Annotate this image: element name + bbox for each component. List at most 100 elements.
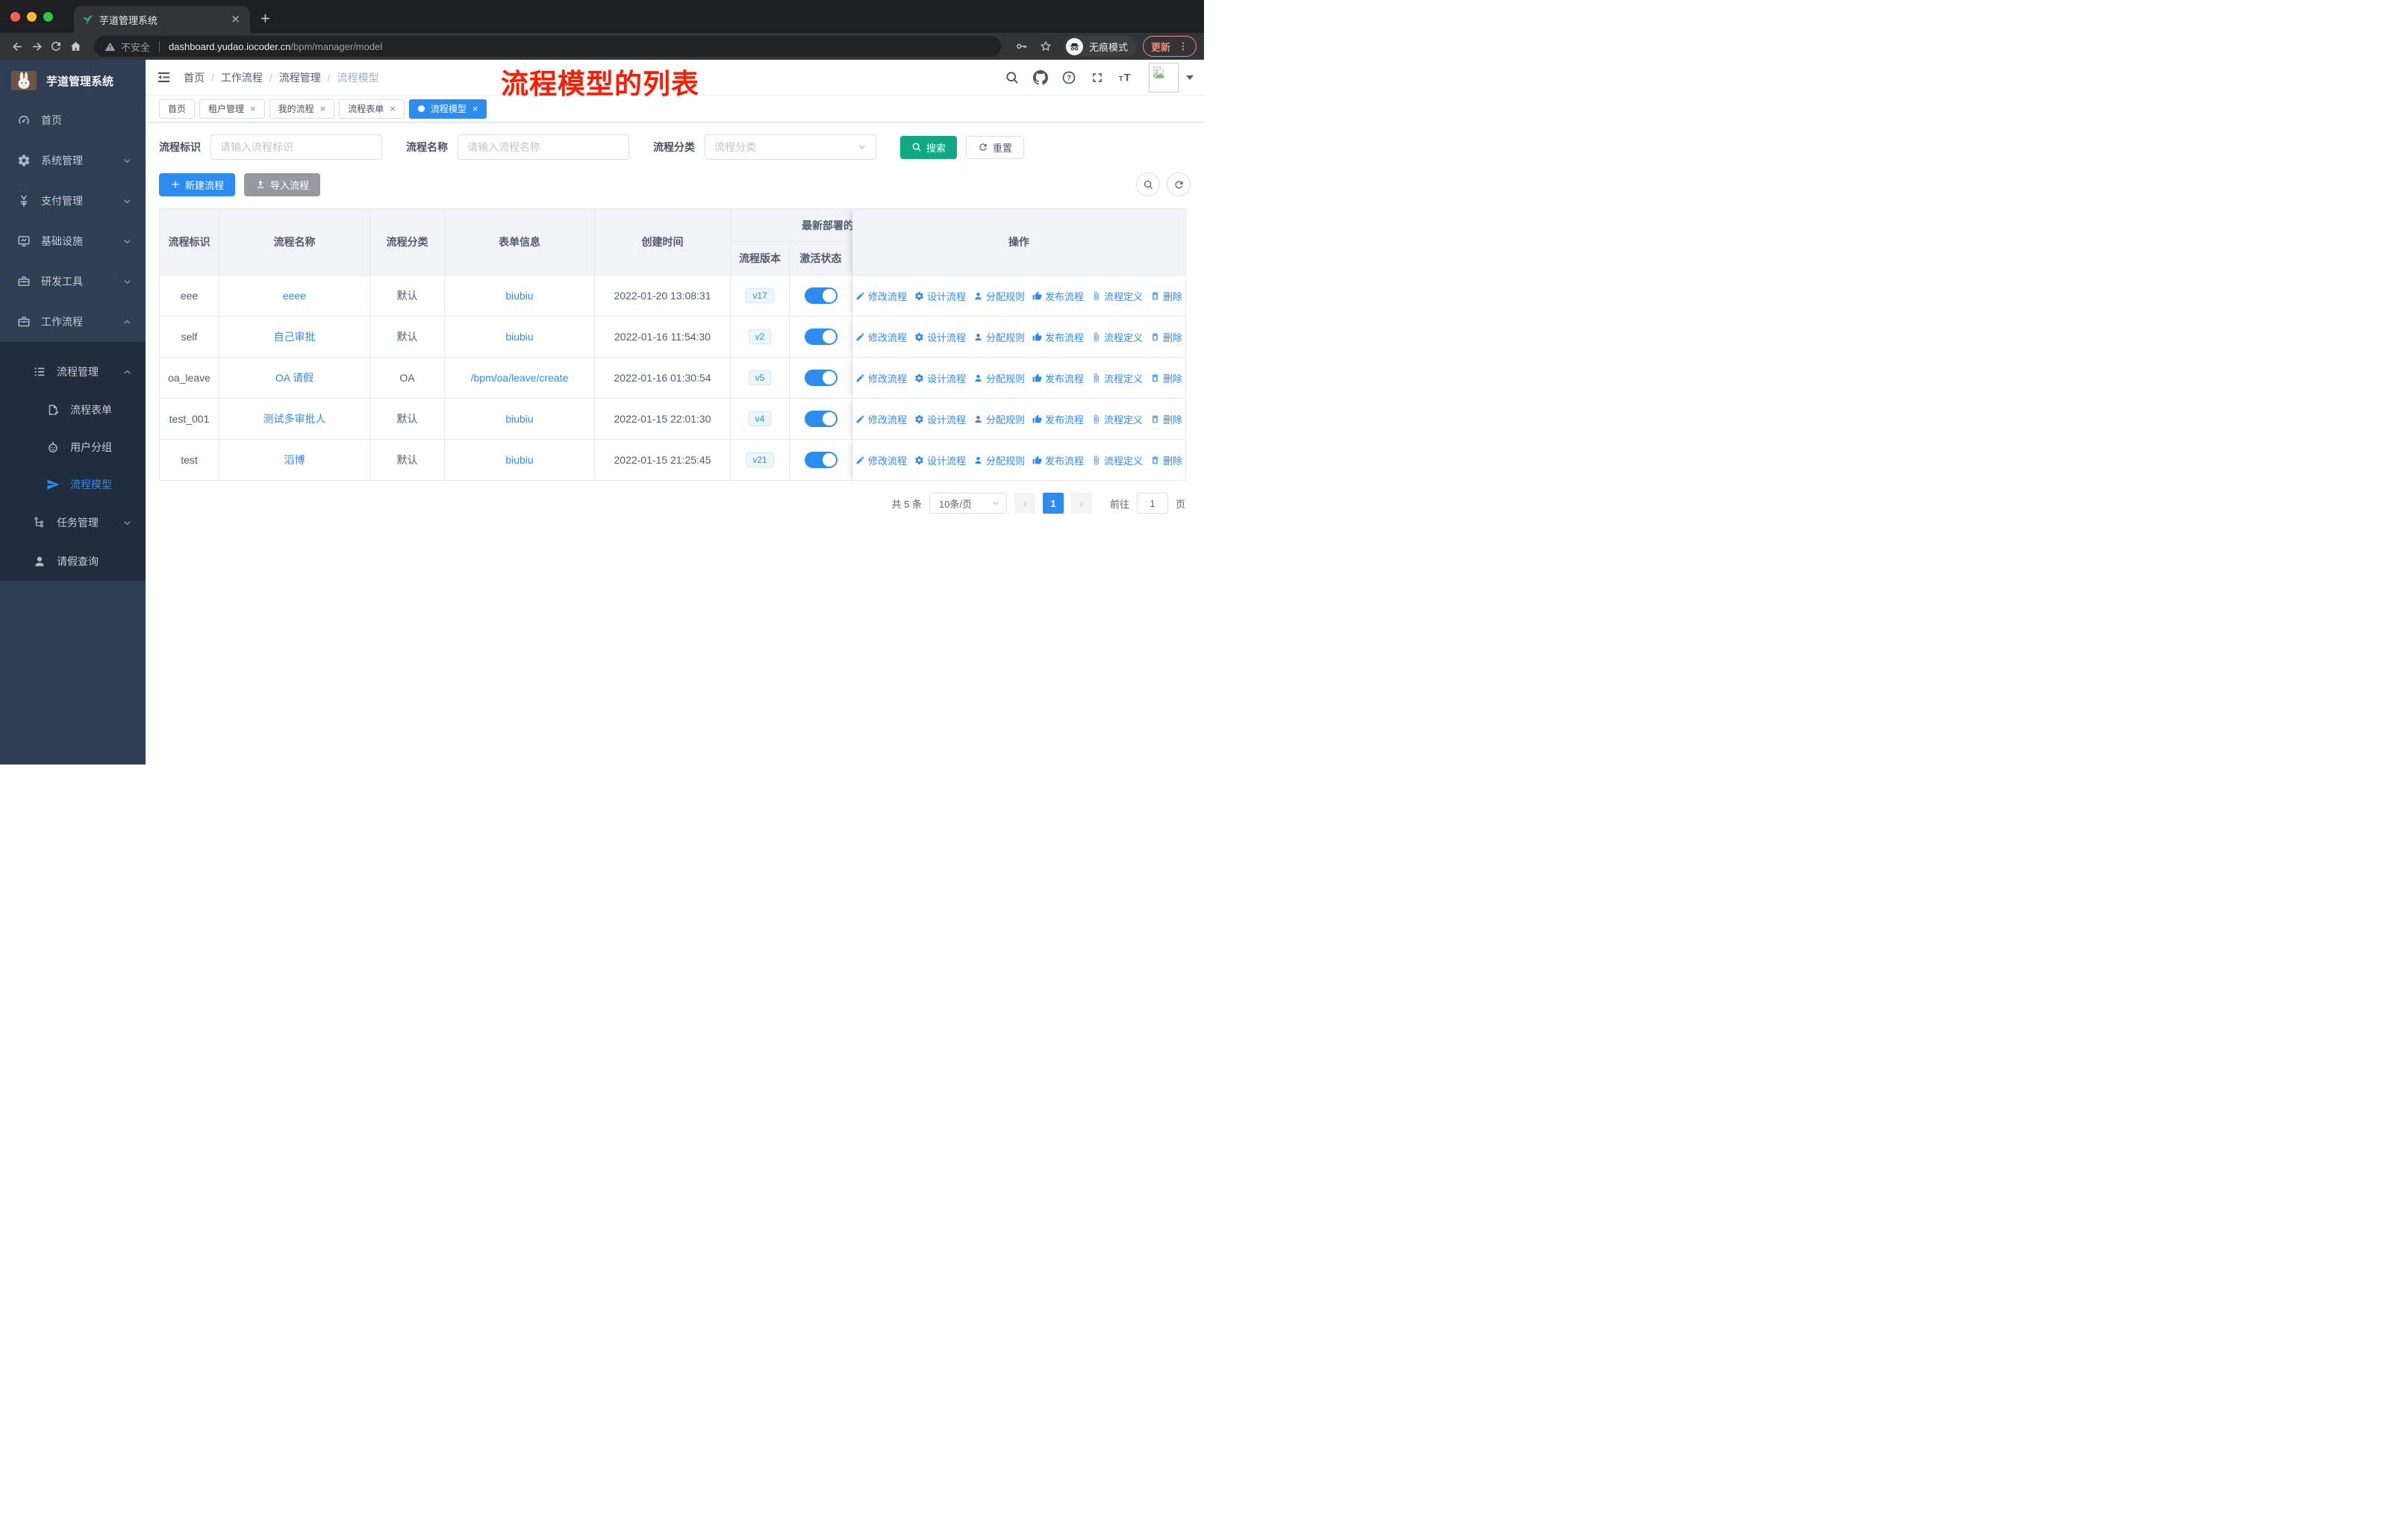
security-label[interactable]: 不安全 [121, 40, 150, 54]
url-bar[interactable]: 不安全 dashboard.yudao.iocoder.cn/bpm/manag… [94, 36, 1001, 57]
close-window-button[interactable] [10, 11, 20, 22]
tab-close-icon[interactable]: ✕ [228, 13, 243, 26]
sidebar-item-9[interactable]: 用户分组 [0, 429, 146, 466]
sidebar-item-2[interactable]: 系统管理 [0, 140, 146, 181]
filter-select[interactable]: 流程分类 [705, 134, 876, 160]
close-icon[interactable]: × [472, 104, 478, 113]
close-icon[interactable]: × [390, 104, 396, 113]
sidebar-item-3[interactable]: 支付管理 [0, 181, 146, 221]
action-link[interactable]: 分配规则 [973, 412, 1025, 426]
minimize-window-button[interactable] [27, 11, 37, 22]
next-page-button[interactable]: › [1070, 493, 1092, 514]
prev-page-button[interactable]: ‹ [1014, 493, 1035, 514]
process-name-link[interactable]: 自己审批 [274, 329, 316, 344]
page-size-select[interactable]: 10条/页 [929, 493, 1007, 514]
action-link[interactable]: 删除 [1150, 371, 1182, 385]
search-button[interactable]: 搜索 [900, 135, 958, 159]
active-toggle[interactable] [804, 411, 838, 427]
action-link[interactable]: 删除 [1150, 289, 1182, 303]
collapse-sidebar-icon[interactable] [156, 69, 172, 85]
forward-icon[interactable] [27, 37, 46, 56]
action-link[interactable]: 设计流程 [914, 330, 966, 344]
action-link[interactable]: 分配规则 [973, 289, 1025, 303]
avatar-dropdown-caret-icon[interactable] [1186, 75, 1194, 80]
active-toggle[interactable] [804, 287, 838, 304]
form-info-link[interactable]: biubiu [505, 454, 533, 466]
active-toggle[interactable] [804, 370, 838, 386]
form-info-link[interactable]: biubiu [505, 331, 533, 343]
zoom-window-button[interactable] [43, 11, 53, 22]
action-link[interactable]: 删除 [1150, 330, 1182, 344]
form-info-link[interactable]: biubiu [505, 290, 533, 302]
key-icon[interactable] [1015, 40, 1029, 53]
action-link[interactable]: 发布流程 [1032, 371, 1084, 385]
action-link[interactable]: 分配规则 [973, 330, 1025, 344]
sidebar-item-6[interactable]: 工作流程 [0, 302, 146, 342]
sidebar-item-12[interactable]: 请假查询 [0, 542, 146, 581]
breadcrumb-item[interactable]: 工作流程 [221, 70, 263, 85]
search-toggle-icon[interactable] [1136, 172, 1160, 196]
filter-input[interactable] [458, 134, 629, 160]
search-icon[interactable] [999, 65, 1025, 90]
bookmark-star-icon[interactable] [1039, 40, 1052, 53]
close-icon[interactable]: × [250, 104, 256, 113]
form-info-link[interactable]: biubiu [505, 413, 533, 425]
reload-icon[interactable] [46, 37, 66, 56]
action-link[interactable]: 修改流程 [855, 289, 907, 303]
action-link[interactable]: 流程定义 [1091, 330, 1143, 344]
action-link[interactable]: 分配规则 [973, 453, 1025, 467]
sidebar-item-1[interactable]: 首页 [0, 100, 146, 140]
active-toggle[interactable] [804, 452, 838, 468]
breadcrumb-item[interactable]: 首页 [184, 70, 205, 85]
goto-page-input[interactable] [1136, 493, 1168, 514]
action-link[interactable]: 流程定义 [1091, 289, 1143, 303]
active-toggle[interactable] [804, 328, 838, 345]
page-number-current[interactable]: 1 [1042, 493, 1064, 514]
github-icon[interactable] [1028, 65, 1053, 90]
tag-tab[interactable]: 流程模型 × [408, 99, 487, 119]
action-link[interactable]: 删除 [1150, 412, 1182, 426]
action-link[interactable]: 设计流程 [914, 289, 966, 303]
new-tab-button[interactable]: + [261, 9, 270, 28]
sidebar-item-11[interactable]: 任务管理 [0, 503, 146, 542]
browser-tab[interactable]: 芋道管理系统 ✕ [74, 6, 250, 33]
home-icon[interactable] [66, 37, 85, 56]
action-link[interactable]: 修改流程 [855, 412, 907, 426]
filter-input[interactable] [210, 134, 382, 160]
action-link[interactable]: 发布流程 [1032, 289, 1084, 303]
action-link[interactable]: 设计流程 [914, 371, 966, 385]
process-name-link[interactable]: 滔博 [284, 452, 305, 467]
action-link[interactable]: 发布流程 [1032, 453, 1084, 467]
action-link[interactable]: 流程定义 [1091, 412, 1143, 426]
action-link[interactable]: 修改流程 [855, 330, 907, 344]
tag-tab[interactable]: 流程表单 × [339, 99, 405, 119]
process-name-link[interactable]: eeee [283, 290, 306, 302]
import-process-button[interactable]: 导入流程 [244, 172, 321, 196]
action-link[interactable]: 修改流程 [855, 371, 907, 385]
breadcrumb-item[interactable]: 流程管理 [279, 70, 321, 85]
tag-tab[interactable]: 首页 [159, 99, 196, 119]
sidebar-item-4[interactable]: 基础设施 [0, 221, 146, 261]
menu-dots-icon[interactable] [1178, 41, 1188, 52]
sidebar-item-5[interactable]: 研发工具 [0, 261, 146, 302]
user-avatar[interactable] [1149, 62, 1179, 93]
action-link[interactable]: 设计流程 [914, 412, 966, 426]
action-link[interactable]: 流程定义 [1091, 371, 1143, 385]
close-icon[interactable]: × [320, 104, 326, 113]
action-link[interactable]: 流程定义 [1091, 453, 1143, 467]
refresh-icon[interactable] [1167, 172, 1191, 196]
fontsize-icon[interactable]: TT [1113, 65, 1138, 90]
action-link[interactable]: 设计流程 [914, 453, 966, 467]
action-link[interactable]: 分配规则 [973, 371, 1025, 385]
tag-tab[interactable]: 租户管理 × [199, 99, 265, 119]
create-process-button[interactable]: 新建流程 [159, 172, 236, 196]
action-link[interactable]: 修改流程 [855, 453, 907, 467]
action-link[interactable]: 删除 [1150, 453, 1182, 467]
back-icon[interactable] [7, 37, 27, 56]
sidebar-item-8[interactable]: 流程表单 [0, 391, 146, 429]
action-link[interactable]: 发布流程 [1032, 412, 1084, 426]
process-name-link[interactable]: 测试多审批人 [263, 411, 326, 426]
sidebar-item-7[interactable]: 流程管理 [0, 352, 146, 391]
update-chip[interactable]: 更新 [1142, 36, 1197, 57]
fullscreen-icon[interactable] [1085, 65, 1110, 90]
